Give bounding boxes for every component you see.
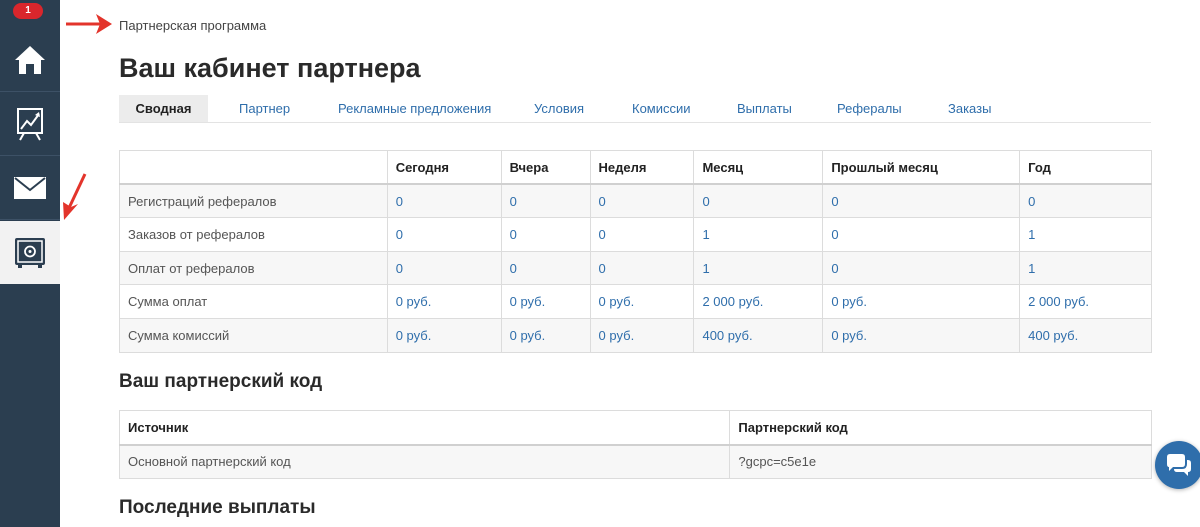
stat-value[interactable]: 1 — [693, 250, 824, 286]
last-payouts-title: Последние выплаты — [119, 497, 316, 518]
column-header-year: Год — [1019, 150, 1152, 186]
column-header-last-month: Прошлый месяц — [822, 150, 1021, 186]
column-header-week: Неделя — [589, 150, 695, 186]
stat-value[interactable]: 400 руб. — [693, 317, 824, 353]
table-row: Регистраций рефералов 0 0 0 0 0 0 — [119, 183, 1152, 219]
column-header-source: Источник — [118, 410, 731, 446]
stat-value[interactable]: 0 — [693, 183, 824, 219]
stat-value[interactable]: 0 руб. — [589, 284, 695, 319]
sidebar-item-mail[interactable] — [0, 157, 60, 220]
row-label: Регистраций рефералов — [119, 183, 388, 219]
row-label: Заказов от рефералов — [119, 217, 388, 252]
stat-value[interactable]: 0 руб. — [500, 317, 591, 353]
column-header-today: Сегодня — [386, 150, 502, 186]
stat-value[interactable]: 2 000 руб. — [693, 284, 824, 319]
notification-badge[interactable]: 1 — [13, 3, 43, 19]
column-header-yesterday: Вчера — [500, 150, 591, 186]
stat-value[interactable]: 0 — [589, 183, 695, 219]
column-header — [119, 150, 388, 186]
row-label: Сумма комиссий — [119, 317, 388, 353]
stats-table: Сегодня Вчера Неделя Месяц Прошлый месяц… — [119, 150, 1152, 353]
chat-button[interactable] — [1155, 441, 1200, 489]
tab-partner[interactable]: Партнер — [239, 95, 290, 122]
sidebar: 1 — [0, 0, 60, 527]
tab-orders[interactable]: Заказы — [948, 95, 991, 122]
stat-value[interactable]: 0 руб. — [386, 317, 502, 353]
stat-value[interactable]: 2 000 руб. — [1019, 284, 1152, 319]
code-source: Основной партнерский код — [118, 444, 731, 479]
partner-code-title: Ваш партнерский код — [119, 371, 323, 392]
table-row: Заказов от рефералов 0 0 0 1 0 1 — [119, 217, 1152, 252]
table-header-row: Сегодня Вчера Неделя Месяц Прошлый месяц… — [119, 150, 1152, 186]
chart-icon — [17, 108, 43, 141]
tab-terms[interactable]: Условия — [534, 95, 584, 122]
partner-code-table: Источник Партнерский код Основной партне… — [118, 410, 1152, 479]
safe-icon — [15, 237, 45, 268]
table-row: Сумма оплат 0 руб. 0 руб. 0 руб. 2 000 р… — [119, 284, 1152, 319]
annotation-arrow-sidebar-icon — [63, 173, 87, 220]
stat-value[interactable]: 0 — [500, 250, 591, 286]
stat-value[interactable]: 0 — [386, 183, 502, 219]
tab-referrals[interactable]: Рефералы — [837, 95, 902, 122]
stat-value[interactable]: 400 руб. — [1019, 317, 1152, 353]
tab-bar: Сводная Партнер Рекламные предложения Ус… — [119, 95, 1151, 123]
tab-payouts[interactable]: Выплаты — [737, 95, 792, 122]
table-row: Сумма комиссий 0 руб. 0 руб. 0 руб. 400 … — [119, 317, 1152, 353]
sidebar-item-partner[interactable] — [0, 221, 60, 284]
stat-value[interactable]: 1 — [1019, 217, 1152, 252]
stat-value[interactable]: 0 — [386, 217, 502, 252]
stat-value[interactable]: 0 — [500, 183, 591, 219]
chat-bubbles-icon — [1167, 454, 1191, 476]
annotation-arrow-top-icon — [66, 14, 112, 34]
breadcrumb[interactable]: Партнерская программа — [119, 18, 266, 33]
table-row: Оплат от рефералов 0 0 0 1 0 1 — [119, 250, 1152, 286]
stat-value[interactable]: 0 руб. — [386, 284, 502, 319]
stat-value[interactable]: 0 — [386, 250, 502, 286]
table-row: Основной партнерский код ?gcpc=c5e1e — [118, 444, 1152, 479]
stat-value[interactable]: 0 руб. — [589, 317, 695, 353]
stat-value[interactable]: 0 — [589, 217, 695, 252]
tab-offers[interactable]: Рекламные предложения — [338, 95, 491, 122]
table-header-row: Источник Партнерский код — [118, 410, 1152, 446]
stat-value[interactable]: 0 — [822, 250, 1021, 286]
row-label: Оплат от рефералов — [119, 250, 388, 286]
stat-value[interactable]: 0 руб. — [822, 284, 1021, 319]
sidebar-item-home[interactable] — [0, 29, 60, 92]
stat-value[interactable]: 0 руб. — [500, 284, 591, 319]
column-header-month: Месяц — [693, 150, 824, 186]
stat-value[interactable]: 0 — [1019, 183, 1152, 219]
tab-commissions[interactable]: Комиссии — [632, 95, 691, 122]
stat-value[interactable]: 0 — [822, 217, 1021, 252]
stat-value[interactable]: 0 руб. — [822, 317, 1021, 353]
partner-code-value[interactable]: ?gcpc=c5e1e — [729, 444, 1152, 479]
stat-value[interactable]: 1 — [693, 217, 824, 252]
page-title: Ваш кабинет партнера — [119, 53, 421, 83]
row-label: Сумма оплат — [119, 284, 388, 319]
tab-summary[interactable]: Сводная — [119, 95, 208, 122]
column-header-code: Партнерский код — [729, 410, 1152, 446]
home-icon — [15, 46, 45, 74]
stat-value[interactable]: 0 — [822, 183, 1021, 219]
stat-value[interactable]: 1 — [1019, 250, 1152, 286]
stat-value[interactable]: 0 — [500, 217, 591, 252]
mail-icon — [14, 177, 46, 199]
stat-value[interactable]: 0 — [589, 250, 695, 286]
sidebar-item-stats[interactable] — [0, 93, 60, 156]
